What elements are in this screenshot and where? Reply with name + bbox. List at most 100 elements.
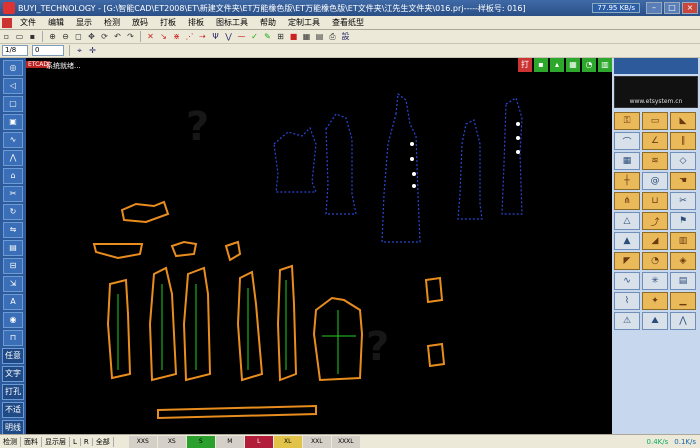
document-icon[interactable]	[2, 17, 12, 28]
maximize-button[interactable]: □	[664, 2, 680, 14]
line-icon[interactable]: ⁓	[236, 31, 247, 42]
pin-tool-icon[interactable]: ✦	[642, 292, 668, 310]
settings-icon[interactable]: 設	[340, 31, 351, 42]
mountain-tool-icon[interactable]: ⛰	[642, 312, 668, 330]
measure-icon[interactable]: Ψ	[210, 31, 221, 42]
size-chip-s[interactable]: S	[186, 435, 215, 448]
graded-collar-top[interactable]	[120, 200, 170, 224]
corner-tool-icon[interactable]: ◤	[614, 252, 640, 270]
text-tool-icon[interactable]: A	[3, 294, 23, 310]
pen-icon[interactable]: ✎	[262, 31, 273, 42]
curve-tool-icon[interactable]: ∿	[3, 132, 23, 148]
tab-display-layer[interactable]: 显示层	[42, 436, 70, 447]
palette-icon[interactable]: ▦	[301, 31, 312, 42]
zoom-window-icon[interactable]: ◻	[73, 31, 84, 42]
graded-front-right[interactable]	[182, 266, 212, 382]
tab-all[interactable]: 全部	[93, 436, 114, 447]
unfit-tool-button[interactable]: 不适	[2, 402, 24, 418]
graded-collar-left[interactable]	[92, 243, 144, 260]
graded-hem-band[interactable]	[157, 404, 317, 420]
select-point-icon[interactable]: ✕	[145, 31, 156, 42]
peak-tool-icon[interactable]: ⋀	[670, 312, 696, 330]
stitch-tool-icon[interactable]: ┼	[614, 172, 640, 190]
fold-corner-tool-icon[interactable]: ◣	[670, 112, 696, 130]
outline-back-panel[interactable]	[381, 92, 421, 243]
menu-view-paper[interactable]: 查看纸型	[326, 17, 370, 28]
piece-tool-icon[interactable]: ▣	[3, 114, 23, 130]
snap-grid-button[interactable]: ▦	[566, 58, 580, 72]
flag-tool-icon[interactable]: ⚑	[670, 212, 696, 230]
mark-tool-icon[interactable]: ◈	[670, 252, 696, 270]
menu-grade[interactable]: 放码	[126, 17, 154, 28]
undo-icon[interactable]: ↶	[112, 31, 123, 42]
snap-midpoint-button[interactable]: ▴	[550, 58, 564, 72]
tab-fabric[interactable]: 面料	[21, 436, 42, 447]
snap-curve-button[interactable]: ◔	[582, 58, 596, 72]
zoom-in-icon[interactable]: ⊕	[47, 31, 58, 42]
redo-icon[interactable]: ↷	[125, 31, 136, 42]
snap-endpoint-button[interactable]: ▪	[534, 58, 548, 72]
snap-grid-icon[interactable]: ✛	[87, 45, 98, 56]
save-icon[interactable]: ▪	[27, 31, 38, 42]
fold-tool-icon[interactable]: ⌂	[3, 168, 23, 184]
hand-tool-icon[interactable]: ☚	[670, 172, 696, 190]
size-chip-xs[interactable]: XS	[157, 435, 186, 448]
check-icon[interactable]: ✓	[249, 31, 260, 42]
new-file-icon[interactable]: ▫	[1, 31, 12, 42]
menu-icon-tools[interactable]: 图标工具	[210, 17, 254, 28]
grade-point-icon[interactable]: ⋇	[171, 31, 182, 42]
outline-front-bodice[interactable]	[273, 126, 317, 193]
measure-tool-icon[interactable]: ⊟	[3, 258, 23, 274]
menu-custom-tools[interactable]: 定制工具	[282, 17, 326, 28]
refresh-icon[interactable]: ⟳	[99, 31, 110, 42]
spiral-tool-icon[interactable]: @	[642, 172, 668, 190]
graded-back-right[interactable]	[276, 264, 298, 382]
cut-line-tool-icon[interactable]: ✂	[670, 192, 696, 210]
grade-x-icon[interactable]: ⇢	[197, 31, 208, 42]
size-chip-xxs[interactable]: XXS	[128, 435, 157, 448]
graded-front-center[interactable]	[148, 266, 178, 382]
minimize-button[interactable]: –	[646, 2, 662, 14]
graded-collar-mid[interactable]	[170, 240, 198, 258]
size-chip-xxl[interactable]: XXL	[302, 435, 331, 448]
size-chip-xxxl[interactable]: XXXL	[331, 435, 360, 448]
menu-check[interactable]: 检测	[98, 17, 126, 28]
size-chip-xl[interactable]: XL	[273, 435, 302, 448]
menu-edit[interactable]: 编辑	[42, 17, 70, 28]
split-tool-icon[interactable]: ⋔	[614, 192, 640, 210]
outline-side-panel[interactable]	[325, 113, 357, 215]
snap-ortho-button[interactable]: ▥	[598, 58, 612, 72]
parallel-tool-icon[interactable]: ∥	[670, 132, 696, 150]
pleat-tool-icon[interactable]: ≋	[642, 152, 668, 170]
tab-left[interactable]: L	[70, 437, 81, 446]
menu-view[interactable]: 显示	[70, 17, 98, 28]
ruler-tool-icon[interactable]: ▭	[642, 112, 668, 130]
unit-select[interactable]: 1/8	[2, 45, 28, 56]
snap-print-button[interactable]: 打	[518, 58, 532, 72]
dart-point-tool-icon[interactable]: ▲	[614, 232, 640, 250]
color-icon[interactable]: ■	[288, 31, 299, 42]
dart-tool-icon[interactable]: ⋀	[3, 150, 23, 166]
pan-icon[interactable]: ✥	[86, 31, 97, 42]
cut-tool-icon[interactable]: ✂	[3, 186, 23, 202]
wedge-tool-icon[interactable]: ◢	[642, 232, 668, 250]
graded-small-bottom[interactable]	[426, 342, 446, 368]
grid-tool-icon[interactable]: ▦	[614, 152, 640, 170]
bend-tool-icon[interactable]: ⤴	[642, 212, 668, 230]
strip-tool-icon[interactable]: ▥	[670, 232, 696, 250]
hem-tool-icon[interactable]: ▁	[670, 292, 696, 310]
tab-right[interactable]: R	[81, 437, 93, 446]
star-tool-icon[interactable]: ✳	[642, 272, 668, 290]
graded-small-top[interactable]	[424, 276, 444, 304]
size-chip-m[interactable]: M	[215, 435, 244, 448]
move-point-icon[interactable]: ↘	[158, 31, 169, 42]
rectangle-tool-icon[interactable]: ▢	[3, 96, 23, 112]
block-tool-icon[interactable]: ▤	[670, 272, 696, 290]
open-folder-icon[interactable]: ▭	[14, 31, 25, 42]
notch-tool-icon[interactable]: ⊓	[3, 330, 23, 346]
curve-adjust-tool-icon[interactable]: ⌒	[614, 132, 640, 150]
punch-tool-button[interactable]: 打孔	[2, 384, 24, 400]
wave-tool-icon[interactable]: ∿	[614, 272, 640, 290]
graded-tab[interactable]	[224, 240, 242, 262]
triangle-tool-icon[interactable]: △	[614, 212, 640, 230]
